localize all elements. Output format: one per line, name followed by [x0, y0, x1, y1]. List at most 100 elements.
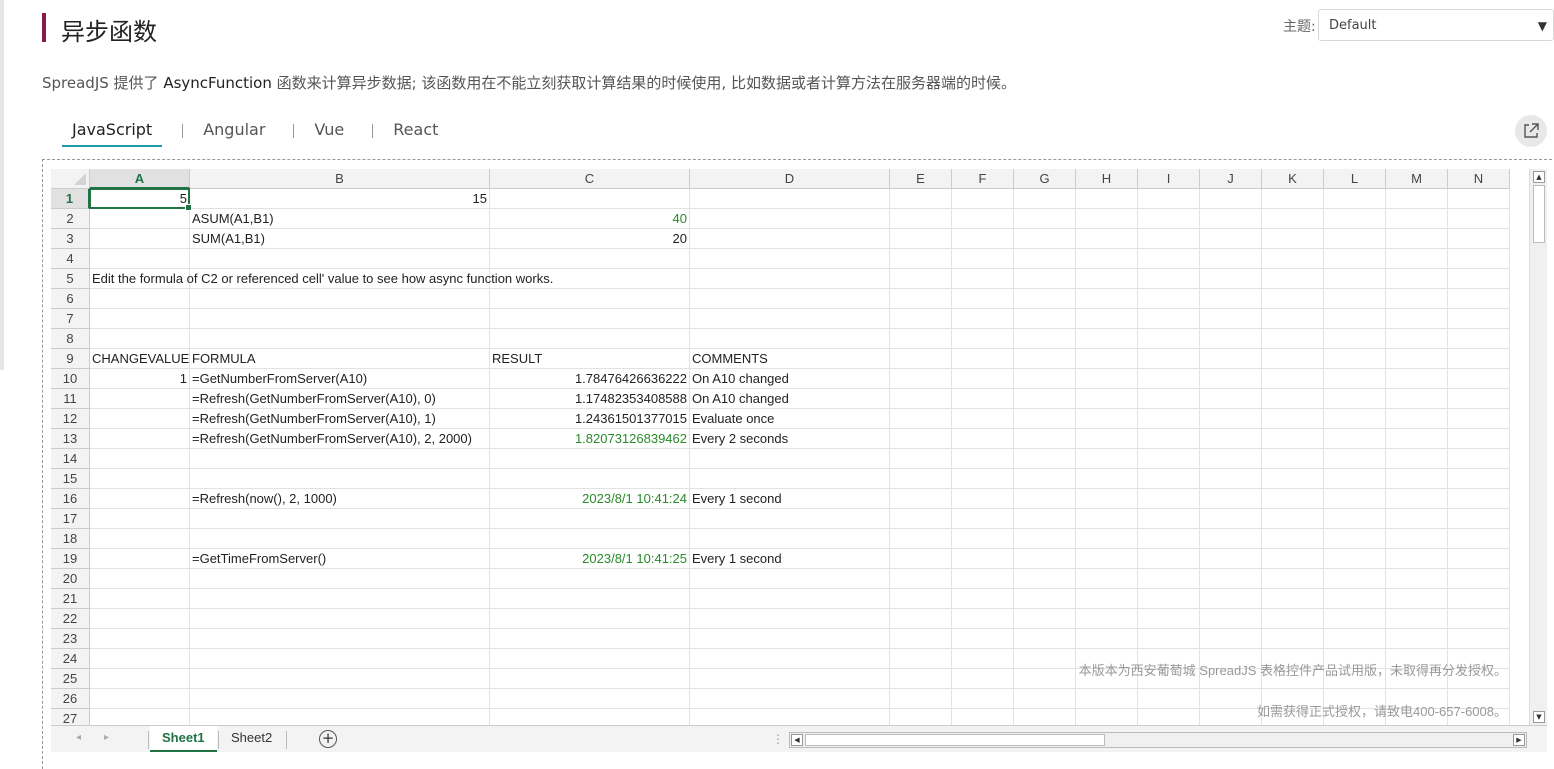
cell-f23[interactable]	[952, 629, 1014, 649]
cell-n4[interactable]	[1448, 249, 1510, 269]
cell-e20[interactable]	[890, 569, 952, 589]
cell-b12[interactable]: =Refresh(GetNumberFromServer(A10), 1)	[190, 409, 490, 429]
cell-e13[interactable]	[890, 429, 952, 449]
row-header-1[interactable]: 1	[51, 189, 90, 209]
cell-l2[interactable]	[1324, 209, 1386, 229]
cell-l19[interactable]	[1324, 549, 1386, 569]
cell-j11[interactable]	[1200, 389, 1262, 409]
cell-k3[interactable]	[1262, 229, 1324, 249]
cell-b6[interactable]	[190, 289, 490, 309]
vertical-scrollbar[interactable]: ▲ ▼	[1529, 169, 1547, 725]
row-header-14[interactable]: 14	[51, 449, 90, 469]
cell-g5[interactable]	[1014, 269, 1076, 289]
cell-g17[interactable]	[1014, 509, 1076, 529]
cell-n17[interactable]	[1448, 509, 1510, 529]
cell-d10[interactable]: On A10 changed	[690, 369, 890, 389]
cell-e26[interactable]	[890, 689, 952, 709]
cell-m20[interactable]	[1386, 569, 1448, 589]
cell-f18[interactable]	[952, 529, 1014, 549]
cell-m19[interactable]	[1386, 549, 1448, 569]
row-header-23[interactable]: 23	[51, 629, 90, 649]
cell-f7[interactable]	[952, 309, 1014, 329]
scroll-up-icon[interactable]: ▲	[1533, 171, 1545, 183]
cell-i19[interactable]	[1138, 549, 1200, 569]
cell-d19[interactable]: Every 1 second	[690, 549, 890, 569]
cell-e3[interactable]	[890, 229, 952, 249]
cell-f20[interactable]	[952, 569, 1014, 589]
cell-h7[interactable]	[1076, 309, 1138, 329]
row-header-15[interactable]: 15	[51, 469, 90, 489]
cell-d15[interactable]	[690, 469, 890, 489]
cell-m3[interactable]	[1386, 229, 1448, 249]
cell-m23[interactable]	[1386, 629, 1448, 649]
cell-l17[interactable]	[1324, 509, 1386, 529]
cell-h15[interactable]	[1076, 469, 1138, 489]
cell-j22[interactable]	[1200, 609, 1262, 629]
cell-j1[interactable]	[1200, 189, 1262, 209]
cell-n1[interactable]	[1448, 189, 1510, 209]
cell-f14[interactable]	[952, 449, 1014, 469]
cell-d5[interactable]	[690, 269, 890, 289]
cell-j20[interactable]	[1200, 569, 1262, 589]
cell-a21[interactable]	[90, 589, 190, 609]
cell-h22[interactable]	[1076, 609, 1138, 629]
cell-i16[interactable]	[1138, 489, 1200, 509]
cell-d7[interactable]	[690, 309, 890, 329]
cell-k22[interactable]	[1262, 609, 1324, 629]
cell-a2[interactable]	[90, 209, 190, 229]
cell-g8[interactable]	[1014, 329, 1076, 349]
cell-g15[interactable]	[1014, 469, 1076, 489]
cell-a16[interactable]	[90, 489, 190, 509]
cell-h11[interactable]	[1076, 389, 1138, 409]
cell-g1[interactable]	[1014, 189, 1076, 209]
cell-d24[interactable]	[690, 649, 890, 669]
cell-a12[interactable]	[90, 409, 190, 429]
row-header-16[interactable]: 16	[51, 489, 90, 509]
cell-f15[interactable]	[952, 469, 1014, 489]
cell-l8[interactable]	[1324, 329, 1386, 349]
cell-k9[interactable]	[1262, 349, 1324, 369]
row-header-8[interactable]: 8	[51, 329, 90, 349]
cell-n21[interactable]	[1448, 589, 1510, 609]
cell-m5[interactable]	[1386, 269, 1448, 289]
cell-j13[interactable]	[1200, 429, 1262, 449]
cell-j23[interactable]	[1200, 629, 1262, 649]
cell-b24[interactable]	[190, 649, 490, 669]
cell-c17[interactable]	[490, 509, 690, 529]
cell-a14[interactable]	[90, 449, 190, 469]
select-all-corner[interactable]	[51, 169, 90, 189]
cell-j26[interactable]	[1200, 689, 1262, 709]
cell-g18[interactable]	[1014, 529, 1076, 549]
cell-f27[interactable]	[952, 709, 1014, 725]
cell-b10[interactable]: =GetNumberFromServer(A10)	[190, 369, 490, 389]
cell-m12[interactable]	[1386, 409, 1448, 429]
cell-l10[interactable]	[1324, 369, 1386, 389]
cell-k19[interactable]	[1262, 549, 1324, 569]
cell-a23[interactable]	[90, 629, 190, 649]
row-header-3[interactable]: 3	[51, 229, 90, 249]
cell-m6[interactable]	[1386, 289, 1448, 309]
cell-c4[interactable]	[490, 249, 690, 269]
cell-l4[interactable]	[1324, 249, 1386, 269]
column-header-d[interactable]: D	[690, 169, 890, 189]
cell-n12[interactable]	[1448, 409, 1510, 429]
cell-k13[interactable]	[1262, 429, 1324, 449]
cell-k5[interactable]	[1262, 269, 1324, 289]
cell-b22[interactable]	[190, 609, 490, 629]
cell-e25[interactable]	[890, 669, 952, 689]
cell-a3[interactable]	[90, 229, 190, 249]
cell-h10[interactable]	[1076, 369, 1138, 389]
cell-e15[interactable]	[890, 469, 952, 489]
cell-h20[interactable]	[1076, 569, 1138, 589]
cell-e11[interactable]	[890, 389, 952, 409]
cell-b3[interactable]: SUM(A1,B1)	[190, 229, 490, 249]
cell-e4[interactable]	[890, 249, 952, 269]
cell-a26[interactable]	[90, 689, 190, 709]
cell-b21[interactable]	[190, 589, 490, 609]
cell-m15[interactable]	[1386, 469, 1448, 489]
cell-h16[interactable]	[1076, 489, 1138, 509]
cell-f19[interactable]	[952, 549, 1014, 569]
cell-f12[interactable]	[952, 409, 1014, 429]
cell-c16[interactable]: 2023/8/1 10:41:24	[490, 489, 690, 509]
cell-f3[interactable]	[952, 229, 1014, 249]
